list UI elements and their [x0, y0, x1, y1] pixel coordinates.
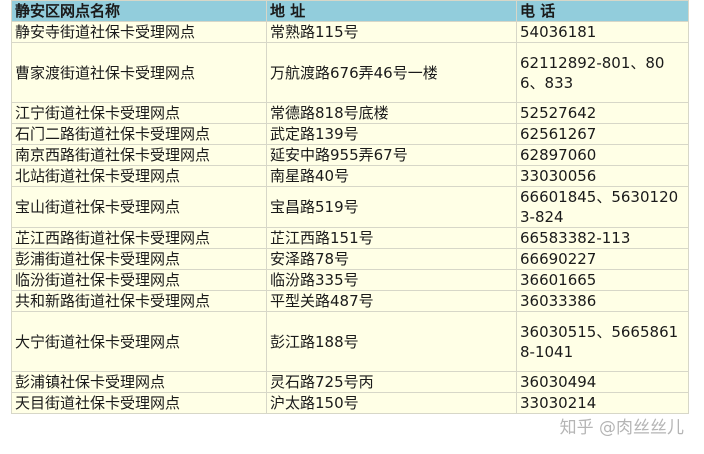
table-row: 北站街道社保卡受理网点 南星路40号 33030056: [11, 165, 689, 187]
address-cell: 安泽路78号: [266, 248, 517, 270]
table-header: 静安区网点名称 地 址 电 话: [11, 0, 689, 22]
phone-cell: 66601845、56301203-824: [516, 186, 689, 228]
table-row: 芷江西路街道社保卡受理网点 芷江西路151号 66583382-113: [11, 227, 689, 249]
phone-cell: 54036181: [516, 21, 689, 43]
outlet-name-cell: 石门二路街道社保卡受理网点: [11, 123, 267, 145]
table-row: 彭浦镇社保卡受理网点 灵石路725号丙 36030494: [11, 371, 689, 393]
address-cell: 灵石路725号丙: [266, 371, 517, 393]
address-cell: 南星路40号: [266, 165, 517, 187]
table-row: 天目街道社保卡受理网点 沪太路150号 33030214: [11, 392, 689, 414]
address-cell: 平型关路487号: [266, 290, 517, 312]
header-address: 地 址: [266, 0, 517, 22]
header-name: 静安区网点名称: [11, 0, 267, 22]
outlet-table: 静安区网点名称 地 址 电 话 静安寺街道社保卡受理网点 常熟路115号 54036…: [11, 0, 689, 414]
outlet-name-cell: 南京西路街道社保卡受理网点: [11, 144, 267, 166]
header-phone: 电 话: [516, 0, 689, 22]
outlet-name-cell: 北站街道社保卡受理网点: [11, 165, 267, 187]
watermark: 知乎 @肉丝丝儿: [559, 418, 684, 438]
table-row: 南京西路街道社保卡受理网点 延安中路955弄67号 62897060: [11, 144, 689, 166]
outlet-name-cell: 彭浦镇社保卡受理网点: [11, 371, 267, 393]
phone-cell: 62112892-801、806、833: [516, 42, 689, 103]
outlet-name-cell: 曹家渡街道社保卡受理网点: [11, 42, 267, 103]
outlet-name-cell: 共和新路街道社保卡受理网点: [11, 290, 267, 312]
outlet-name-cell: 临汾街道社保卡受理网点: [11, 269, 267, 291]
phone-cell: 62897060: [516, 144, 689, 166]
outlet-name-cell: 静安寺街道社保卡受理网点: [11, 21, 267, 43]
outlet-name-cell: 宝山街道社保卡受理网点: [11, 186, 267, 228]
table-row: 曹家渡街道社保卡受理网点 万航渡路676弄46号一楼 62112892-801、80…: [11, 42, 689, 103]
table-row: 临汾街道社保卡受理网点 临汾路335号 36601665: [11, 269, 689, 291]
outlet-name-cell: 江宁街道社保卡受理网点: [11, 102, 267, 124]
address-cell: 芷江西路151号: [266, 227, 517, 249]
phone-cell: 66690227: [516, 248, 689, 270]
address-cell: 沪太路150号: [266, 392, 517, 414]
phone-cell: 36601665: [516, 269, 689, 291]
table-row: 静安寺街道社保卡受理网点 常熟路115号 54036181: [11, 21, 689, 43]
phone-cell: 36030515、56658618-1041: [516, 311, 689, 372]
address-cell: 常熟路115号: [266, 21, 517, 43]
table-row: 共和新路街道社保卡受理网点 平型关路487号 36033386: [11, 290, 689, 312]
address-cell: 彭江路188号: [266, 311, 517, 372]
table-row: 宝山街道社保卡受理网点 宝昌路519号 66601845、56301203-824: [11, 186, 689, 228]
outlet-name-cell: 彭浦街道社保卡受理网点: [11, 248, 267, 270]
outlet-name-cell: 大宁街道社保卡受理网点: [11, 311, 267, 372]
outlet-name-cell: 芷江西路街道社保卡受理网点: [11, 227, 267, 249]
address-cell: 临汾路335号: [266, 269, 517, 291]
table-row: 大宁街道社保卡受理网点 彭江路188号 36030515、56658618-1041: [11, 311, 689, 372]
phone-cell: 52527642: [516, 102, 689, 124]
table-row: 江宁街道社保卡受理网点 常德路818号底楼 52527642: [11, 102, 689, 124]
outlet-name-cell: 天目街道社保卡受理网点: [11, 392, 267, 414]
address-cell: 延安中路955弄67号: [266, 144, 517, 166]
address-cell: 常德路818号底楼: [266, 102, 517, 124]
phone-cell: 66583382-113: [516, 227, 689, 249]
header-row: 静安区网点名称 地 址 电 话: [11, 0, 689, 22]
table-body: 静安寺街道社保卡受理网点 常熟路115号 54036181 曹家渡街道社保卡受理网点万…: [11, 21, 689, 414]
address-cell: 宝昌路519号: [266, 186, 517, 228]
phone-cell: 36030494: [516, 371, 689, 393]
phone-cell: 36033386: [516, 290, 689, 312]
phone-cell: 33030056: [516, 165, 689, 187]
table-row: 石门二路街道社保卡受理网点 武定路139号 62561267: [11, 123, 689, 145]
address-cell: 万航渡路676弄46号一楼: [266, 42, 517, 103]
phone-cell: 62561267: [516, 123, 689, 145]
address-cell: 武定路139号: [266, 123, 517, 145]
table-row: 彭浦街道社保卡受理网点 安泽路78号 66690227: [11, 248, 689, 270]
phone-cell: 33030214: [516, 392, 689, 414]
